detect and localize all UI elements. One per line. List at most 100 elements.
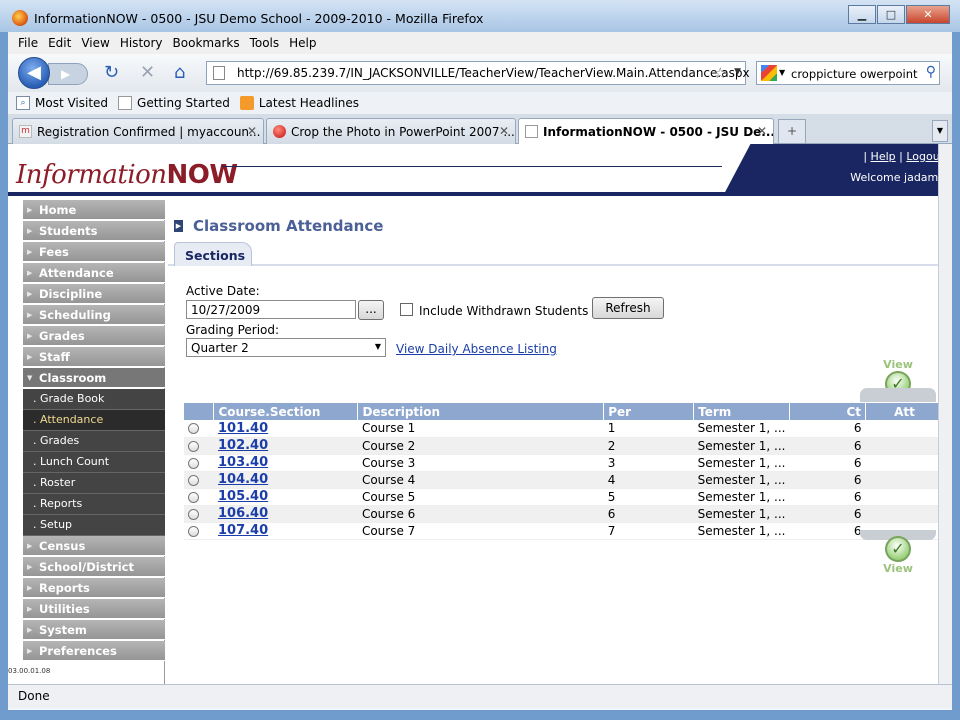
row-select-radio[interactable] — [188, 508, 199, 520]
page-scrollbar[interactable] — [938, 144, 952, 684]
sidebar-item-discipline[interactable]: Discipline — [23, 284, 165, 304]
back-button[interactable]: ◀ — [18, 57, 50, 89]
active-date-input[interactable]: 10/27/2009 — [186, 300, 356, 319]
sections-table: Course.Section Description Per Term Ct A… — [184, 403, 944, 540]
sidebar-item-students[interactable]: Students — [23, 221, 165, 241]
tab-registration[interactable]: m Registration Confirmed | myaccoun... ✕ — [12, 118, 264, 144]
url-bar[interactable]: http://69.85.239.7/IN_JACKSONVILLE/Teach… — [206, 61, 750, 85]
col-term[interactable]: Term — [693, 403, 791, 420]
sidebar-item-reports[interactable]: Reports — [23, 578, 165, 598]
row-select-radio[interactable] — [188, 474, 199, 486]
close-button[interactable]: ✕ — [906, 5, 950, 24]
search-bar[interactable]: ▼ croppicture owerpoint 2007 ⚲ — [756, 61, 940, 85]
view-daily-absence-link[interactable]: View Daily Absence Listing — [396, 342, 557, 356]
sidebar-item-system-preferences[interactable]: System Preferences — [23, 620, 165, 657]
course-section-link[interactable]: 103.40 — [218, 455, 268, 470]
bookmark-star-icon[interactable]: ☆ — [714, 64, 727, 82]
course-section-link[interactable]: 102.40 — [218, 438, 268, 453]
tab-sections[interactable]: Sections — [174, 242, 252, 266]
col-ct[interactable]: Ct — [789, 403, 867, 420]
url-dropdown-icon[interactable]: ▼ — [734, 67, 741, 77]
sidebar-item-fees[interactable]: Fees — [23, 242, 165, 262]
menu-tools[interactable]: Tools — [250, 36, 280, 50]
url-text[interactable]: http://69.85.239.7/IN_JACKSONVILLE/Teach… — [237, 66, 750, 80]
menu-bookmarks[interactable]: Bookmarks — [173, 36, 240, 50]
sidebar-item-home[interactable]: Home — [23, 200, 165, 220]
sidebar-sub-setup[interactable]: . Setup — [23, 515, 165, 536]
date-picker-button[interactable]: ... — [358, 300, 384, 320]
sidebar-item-staff[interactable]: Staff — [23, 347, 165, 367]
view-button-bottom[interactable]: ✓ View — [868, 536, 928, 576]
search-input[interactable]: croppicture owerpoint 2007 — [791, 67, 921, 81]
menu-view[interactable]: View — [81, 36, 109, 50]
sidebar-item-scheduling[interactable]: Scheduling — [23, 305, 165, 325]
bookmark-latest-headlines[interactable]: Latest Headlines — [239, 96, 359, 110]
course-section-link[interactable]: 105.40 — [218, 489, 268, 504]
grading-period-select[interactable]: Quarter 2 ▼ — [186, 338, 386, 357]
row-select-radio[interactable] — [188, 423, 199, 435]
row-per: 5 — [603, 488, 694, 506]
sidebar-item-utilities[interactable]: Utilities — [23, 599, 165, 619]
row-select-radio[interactable] — [188, 457, 199, 469]
row-per: 6 — [603, 505, 694, 523]
col-description[interactable]: Description — [357, 403, 605, 420]
row-select-radio[interactable] — [188, 440, 199, 452]
col-per[interactable]: Per — [603, 403, 695, 420]
tab-crop-photo[interactable]: Crop the Photo in PowerPoint 2007 ... ✕ — [266, 118, 516, 144]
course-section-link[interactable]: 101.40 — [218, 421, 268, 436]
list-all-tabs-button[interactable]: ▼ — [932, 120, 948, 142]
help-link[interactable]: Help — [871, 150, 896, 163]
row-select-radio[interactable] — [188, 491, 199, 503]
google-icon[interactable] — [761, 65, 777, 81]
sidebar-item-attendance[interactable]: Attendance — [23, 263, 165, 283]
refresh-button[interactable]: Refresh — [592, 297, 664, 319]
course-section-link[interactable]: 104.40 — [218, 472, 268, 487]
menu-file[interactable]: File — [18, 36, 38, 50]
stop-icon[interactable]: ✕ — [140, 64, 155, 82]
col-att[interactable]: Att — [865, 403, 944, 420]
tab-close-icon[interactable]: ✕ — [499, 124, 509, 138]
sidebar-sub-grade-book[interactable]: . Grade Book — [23, 389, 165, 410]
tab-favicon-icon — [525, 125, 538, 138]
sidebar-sub-lunch-count[interactable]: . Lunch Count — [23, 452, 165, 473]
search-icon[interactable]: ⚲ — [926, 64, 936, 80]
course-section-link[interactable]: 106.40 — [218, 506, 268, 521]
maximize-button[interactable]: □ — [877, 5, 905, 24]
minimize-button[interactable]: ▁ — [848, 5, 876, 24]
sidebar-sub-reports[interactable]: . Reports — [23, 494, 165, 515]
grading-period-value: Quarter 2 — [191, 341, 249, 355]
menu-history[interactable]: History — [120, 36, 163, 50]
sidebar-sub-roster[interactable]: . Roster — [23, 473, 165, 494]
most-visited-icon: ⌕ — [16, 96, 30, 110]
row-ct: 6 — [789, 505, 866, 523]
new-tab-button[interactable]: + — [778, 119, 806, 143]
sidebar-sub-attendance[interactable]: . Attendance — [23, 410, 165, 431]
row-att — [865, 454, 944, 472]
sidebar-item-grades[interactable]: Grades — [23, 326, 165, 346]
row-term: Semester 1, ... — [693, 437, 790, 455]
tab-close-icon[interactable]: ✕ — [757, 124, 767, 138]
bookmark-most-visited[interactable]: ⌕ Most Visited — [16, 96, 108, 110]
row-ct: 6 — [789, 522, 866, 540]
sidebar-item-school-district[interactable]: School/District — [23, 557, 165, 577]
reload-icon[interactable]: ↻ — [104, 64, 119, 82]
sidebar-sub-grades[interactable]: . Grades — [23, 431, 165, 452]
sidebar-item-classroom[interactable]: Classroom — [23, 368, 165, 388]
row-description: Course 7 — [357, 522, 604, 540]
col-course-section[interactable]: Course.Section — [213, 403, 359, 420]
bookmark-getting-started[interactable]: Getting Started — [118, 96, 230, 110]
menu-edit[interactable]: Edit — [48, 36, 71, 50]
table-row: 106.40 Course 6 6 Semester 1, ... 6 — [184, 505, 944, 523]
row-select-radio[interactable] — [188, 525, 199, 537]
include-withdrawn-checkbox[interactable] — [400, 303, 413, 316]
home-icon[interactable]: ⌂ — [174, 64, 185, 82]
sidebar-item-preferences[interactable]: Preferences — [23, 641, 165, 661]
tab-informationnow[interactable]: InformationNOW - 0500 - JSU De... ✕ — [518, 118, 774, 145]
search-engine-dropdown-icon[interactable]: ▼ — [779, 68, 785, 77]
sidebar-item-census[interactable]: Census — [23, 536, 165, 556]
tab-close-icon[interactable]: ✕ — [247, 124, 257, 138]
forward-button[interactable]: ▶ — [48, 63, 88, 85]
course-section-link[interactable]: 107.40 — [218, 523, 268, 538]
menu-help[interactable]: Help — [289, 36, 316, 50]
active-date-label: Active Date: — [186, 284, 260, 298]
